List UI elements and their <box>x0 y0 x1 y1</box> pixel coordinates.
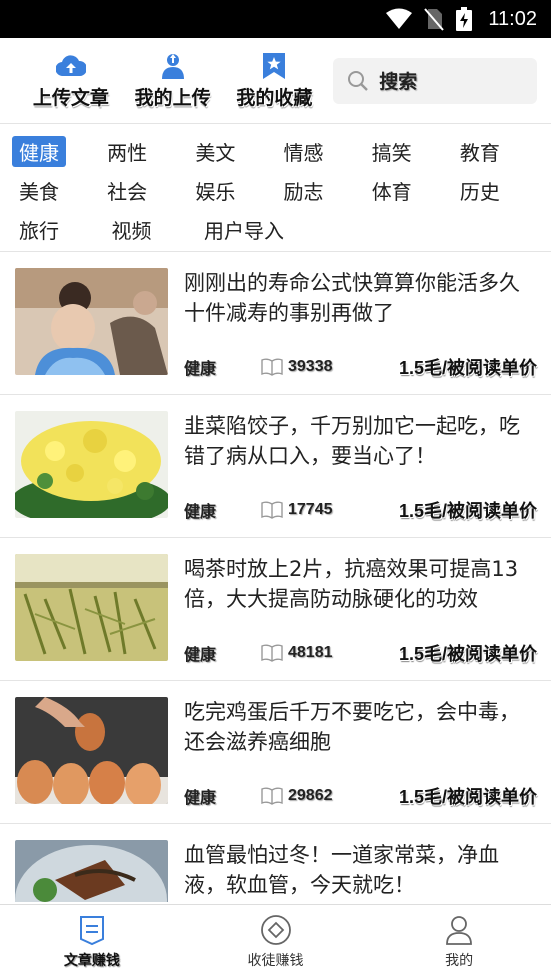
status-bar: 11:02 <box>0 0 551 38</box>
search-input[interactable]: 搜索 <box>333 57 537 104</box>
nav-article-earn-label: 文章赚钱 <box>63 953 120 969</box>
category-tab-sports[interactable]: 体育 <box>365 175 453 206</box>
article-item[interactable]: 韭菜陷饺子，千万别加它一起吃，吃错了病从口入，要当心了！ 健康 17745 1.… <box>0 395 551 538</box>
article-thumbnail <box>15 554 168 661</box>
battery-charging-icon <box>456 7 473 31</box>
article-read-count: 48181 <box>288 644 333 661</box>
article-title: 喝茶时放上2片，抗癌效果可提高13倍，大大提高防动脉硬化的功效 <box>184 557 519 611</box>
article-tag: 健康 <box>184 647 217 664</box>
article-meta: 健康 48181 1.5毛/被阅读单价 <box>184 640 537 666</box>
category-tab-history[interactable]: 历史 <box>453 175 541 206</box>
category-tab-entertainment[interactable]: 娱乐 <box>188 175 276 206</box>
article-read-count: 39338 <box>288 358 333 375</box>
book-icon <box>261 644 283 662</box>
article-title: 吃完鸡蛋后千万不要吃它，会中毒，还会滋养癌细胞 <box>184 700 520 754</box>
top-action-bar: 上传文章 我的上传 我的收藏 搜索 <box>0 38 551 124</box>
nav-recruit-earn[interactable]: 收徒赚钱 <box>184 905 368 979</box>
category-tab-essay[interactable]: 美文 <box>188 136 276 167</box>
article-icon <box>79 916 104 946</box>
category-tabs: 健康 两性 美文 情感 搞笑 教育 美食 社会 娱乐 励志 体育 历史 旅行 视… <box>0 124 551 252</box>
article-title: 血管最怕过冬！一道家常菜，净血液，软血管，今天就吃！ <box>184 843 499 897</box>
status-time: 11:02 <box>488 7 537 30</box>
book-icon <box>261 358 283 376</box>
article-price: 1.5毛/被阅读单价 <box>398 501 537 521</box>
article-meta: 健康 17745 1.5毛/被阅读单价 <box>184 497 537 523</box>
nav-recruit-earn-label: 收徒赚钱 <box>247 953 304 969</box>
nav-mine[interactable]: 我的 <box>367 905 551 979</box>
upload-article-label: 上传文章 <box>32 87 109 109</box>
article-tag: 健康 <box>184 361 217 378</box>
article-read-count: 29862 <box>288 787 333 804</box>
article-meta: 健康 29862 1.5毛/被阅读单价 <box>184 783 537 809</box>
nav-mine-label: 我的 <box>445 953 474 969</box>
my-favorites-label: 我的收藏 <box>236 87 313 109</box>
nav-article-earn[interactable]: 文章赚钱 <box>0 905 184 979</box>
article-item[interactable]: 刚刚出的寿命公式快算算你能活多久十件减寿的事别再做了 健康 39338 1.5毛… <box>0 252 551 395</box>
category-tab-video[interactable]: 视频 <box>105 214 198 245</box>
no-sim-icon <box>424 8 445 31</box>
book-icon <box>261 787 283 805</box>
article-item[interactable]: 血管最怕过冬！一道家常菜，净血液，软血管，今天就吃！ <box>0 824 551 902</box>
article-thumbnail <box>15 840 168 902</box>
article-tag: 健康 <box>184 504 217 521</box>
person-icon <box>446 916 473 945</box>
article-thumbnail <box>15 268 168 375</box>
article-price: 1.5毛/被阅读单价 <box>398 644 537 664</box>
article-price: 1.5毛/被阅读单价 <box>398 358 537 378</box>
category-tab-gender[interactable]: 两性 <box>100 136 188 167</box>
my-uploads-label: 我的上传 <box>134 87 211 109</box>
category-tab-education[interactable]: 教育 <box>453 136 541 167</box>
bottom-navigation: 文章赚钱 收徒赚钱 我的 <box>0 904 551 979</box>
category-tab-emotion[interactable]: 情感 <box>277 136 365 167</box>
article-feed[interactable]: 刚刚出的寿命公式快算算你能活多久十件减寿的事别再做了 健康 39338 1.5毛… <box>0 252 551 902</box>
article-item[interactable]: 吃完鸡蛋后千万不要吃它，会中毒，还会滋养癌细胞 健康 29862 1.5毛/被阅… <box>0 681 551 824</box>
article-thumbnail <box>15 697 168 804</box>
category-tab-health[interactable]: 健康 <box>12 136 100 167</box>
article-title: 刚刚出的寿命公式快算算你能活多久十件减寿的事别再做了 <box>184 271 520 325</box>
cloud-upload-icon <box>55 51 86 81</box>
article-price: 1.5毛/被阅读单价 <box>398 787 537 807</box>
search-placeholder: 搜索 <box>379 71 418 93</box>
upload-article-button[interactable]: 上传文章 <box>20 51 122 110</box>
article-item[interactable]: 喝茶时放上2片，抗癌效果可提高13倍，大大提高防动脉硬化的功效 健康 48181… <box>0 538 551 681</box>
article-read-count: 17745 <box>288 501 333 518</box>
search-icon <box>348 70 369 91</box>
article-meta: 健康 39338 1.5毛/被阅读单价 <box>184 354 537 380</box>
category-tab-travel[interactable]: 旅行 <box>12 214 105 245</box>
category-tab-inspiration[interactable]: 励志 <box>277 175 365 206</box>
category-tab-user-import[interactable]: 用户导入 <box>197 214 290 245</box>
book-icon <box>261 501 283 519</box>
diamond-icon <box>260 915 291 945</box>
bookmark-star-icon <box>259 51 289 81</box>
article-title: 韭菜陷饺子，千万别加它一起吃，吃错了病从口入，要当心了！ <box>184 414 520 468</box>
wifi-icon <box>386 8 413 29</box>
article-thumbnail <box>15 411 168 518</box>
category-tab-food[interactable]: 美食 <box>12 175 100 206</box>
my-uploads-button[interactable]: 我的上传 <box>122 51 224 110</box>
article-tag: 健康 <box>184 790 217 807</box>
user-upload-icon <box>158 51 188 81</box>
my-favorites-button[interactable]: 我的收藏 <box>224 51 326 110</box>
category-tab-funny[interactable]: 搞笑 <box>365 136 453 167</box>
category-tab-society[interactable]: 社会 <box>100 175 188 206</box>
